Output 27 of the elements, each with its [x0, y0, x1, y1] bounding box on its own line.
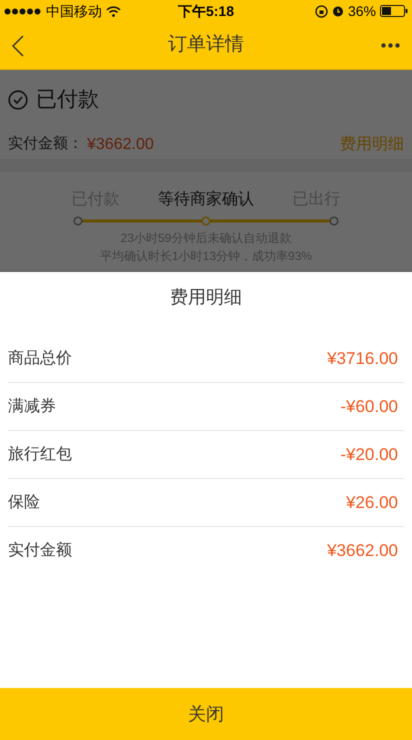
check-circle-icon	[8, 90, 28, 110]
carrier-name: 中国移动	[46, 2, 102, 20]
close-button[interactable]: 关闭	[0, 688, 412, 740]
fee-amount: ¥3716.00	[327, 348, 399, 370]
fee-amount: ¥26.00	[346, 492, 399, 514]
clock-time: 下午5:18	[178, 2, 234, 20]
sheet-title: 费用明细	[170, 286, 242, 309]
battery-percent: 36%	[348, 2, 376, 20]
amount-value: ¥3662.00	[87, 134, 155, 154]
order-status: 已付款	[36, 87, 99, 114]
signal-icon	[4, 8, 42, 14]
amount-label: 实付金额：	[8, 134, 83, 154]
alarm-icon	[332, 5, 344, 17]
rotation-lock-icon	[314, 4, 328, 18]
fee-amount: -¥20.00	[340, 444, 399, 466]
fee-label: 实付金额	[8, 540, 72, 561]
page-title: 订单详情	[167, 33, 245, 58]
fee-label: 旅行红包	[8, 444, 72, 464]
more-icon	[381, 43, 400, 48]
fee-label: 满减券	[8, 396, 56, 416]
progress-step: 等待商家确认	[150, 188, 262, 212]
fee-amount: -¥60.00	[340, 396, 399, 418]
wifi-icon	[106, 6, 121, 16]
battery-icon	[380, 5, 408, 17]
fee-label: 保险	[8, 492, 40, 512]
fee-label: 商品总价	[8, 348, 72, 368]
fee-amount: ¥3662.00	[327, 540, 399, 562]
